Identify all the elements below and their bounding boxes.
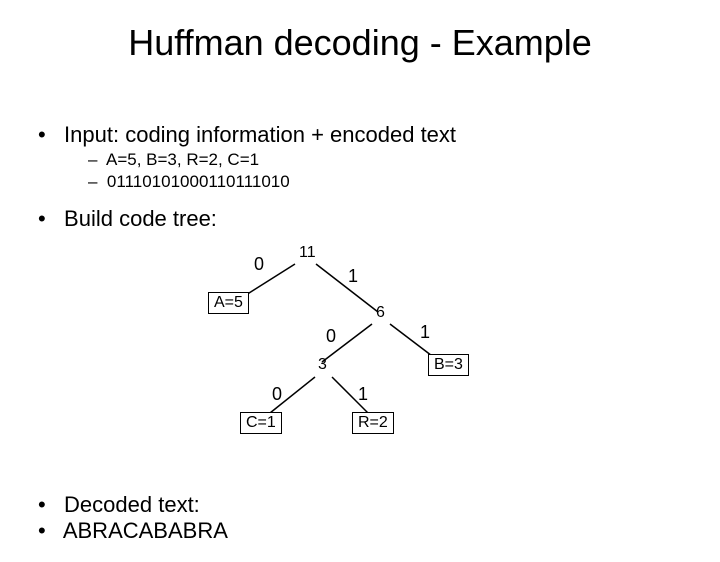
decoded-label: Decoded text:: [64, 492, 200, 517]
leaf-C: C=1: [240, 412, 282, 434]
bullet-dot: •: [38, 518, 46, 543]
node-root: 11: [299, 244, 316, 262]
edge-0b: 0: [326, 326, 336, 347]
leaf-B: B=3: [428, 354, 469, 376]
footer-block: • Decoded text: • ABRACABABRA: [38, 492, 228, 544]
node-3: 3: [318, 356, 327, 374]
leaf-R: R=2: [352, 412, 394, 434]
bullet-decoded: • Decoded text:: [38, 492, 228, 518]
edge-0c: 0: [272, 384, 282, 405]
edge-0a: 0: [254, 254, 264, 275]
bullet-dot: •: [38, 492, 46, 517]
edge-1c: 1: [358, 384, 368, 405]
tree-edges: [0, 22, 720, 562]
leaf-A: A=5: [208, 292, 249, 314]
bullet-result: • ABRACABABRA: [38, 518, 228, 544]
huffman-tree: 11 6 3 A=5 B=3 C=1 R=2 0 1 0 1 0 1: [0, 22, 720, 562]
decoded-text: ABRACABABRA: [63, 518, 228, 543]
edge-1a: 1: [348, 266, 358, 287]
node-6: 6: [376, 304, 385, 322]
edge-1b: 1: [420, 322, 430, 343]
